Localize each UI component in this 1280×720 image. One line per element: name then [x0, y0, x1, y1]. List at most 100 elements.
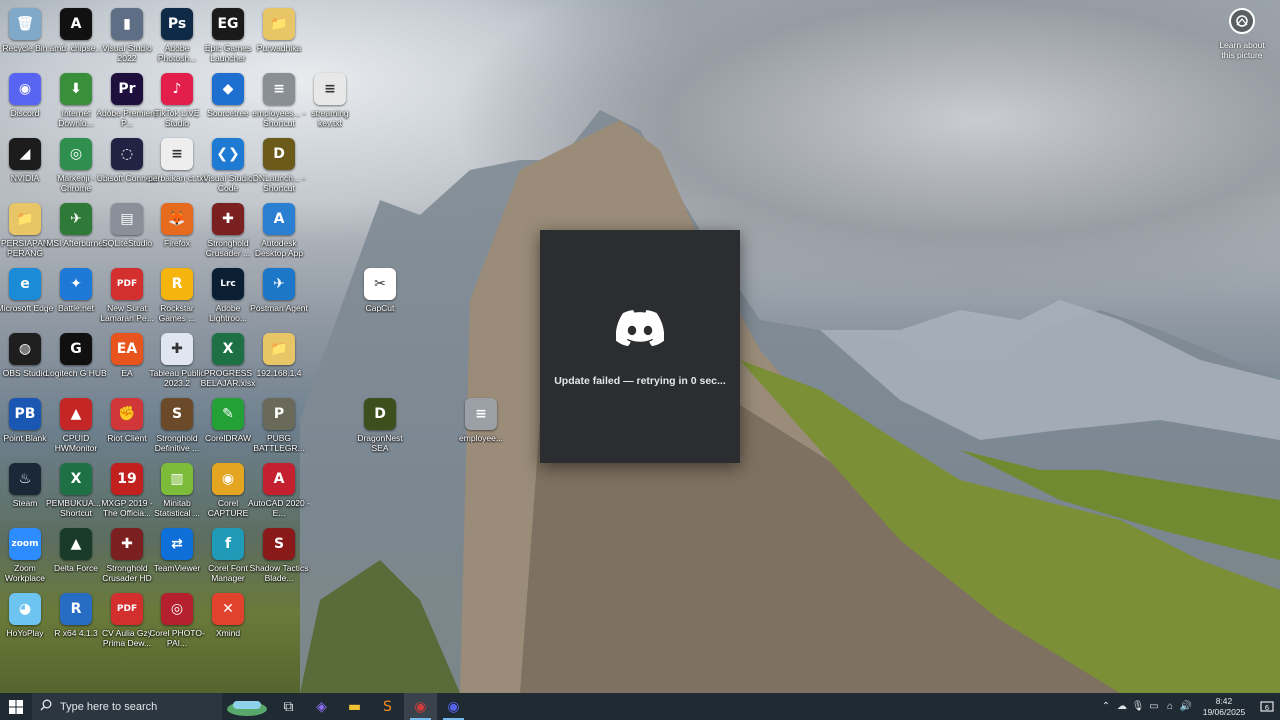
taskbar-app-chrome[interactable]: ◉ — [404, 693, 437, 720]
app-icon: ◉ — [9, 73, 41, 105]
app-icon: ◎ — [60, 138, 92, 170]
app-icon: f — [212, 528, 244, 560]
widgets-button[interactable] — [222, 693, 272, 720]
app-icon: ⬇ — [60, 73, 92, 105]
app-icon: X — [60, 463, 92, 495]
app-icon: ▲ — [60, 528, 92, 560]
app-icon: X — [212, 333, 244, 365]
task-view-icon: ⧉ — [283, 698, 294, 715]
start-button[interactable] — [0, 693, 32, 720]
app-icon: S — [161, 398, 193, 430]
taskbar-app-sublime[interactable]: S — [371, 693, 404, 720]
app-icon: 📁 — [9, 203, 41, 235]
chevron-up-icon[interactable]: ⌃ — [1098, 693, 1114, 720]
notification-center-button[interactable]: 6 — [1254, 693, 1280, 720]
app-icon: D — [364, 398, 396, 430]
desktop-icon[interactable]: P PUBG BATTLEGR... — [249, 398, 309, 462]
desktop-icon[interactable]: ≡ streaming key.txt — [300, 73, 360, 137]
desktop-icon[interactable]: 📁 192.168.1.4 — [249, 333, 309, 397]
learn-about-picture[interactable]: Learn about this picture — [1216, 8, 1268, 60]
chrome-icon: ◉ — [414, 698, 427, 715]
desktop-icon[interactable]: 📁 Purwadhika — [249, 8, 309, 72]
app-icon: ≡ — [161, 138, 193, 170]
desktop-icon[interactable]: D DragonNest SEA — [350, 398, 410, 462]
app-icon: ◎ — [161, 593, 193, 625]
app-icon: 🦊 — [161, 203, 193, 235]
desktop-icon-label: DNLaunch... - Shortcut — [252, 173, 306, 193]
app-icon: Ps — [161, 8, 193, 40]
app-icon: EA — [111, 333, 143, 365]
app-icon: ✕ — [212, 593, 244, 625]
clock[interactable]: 8:42 19/06/2025 — [1194, 696, 1254, 718]
app-icon: PDF — [111, 268, 143, 300]
desktop-icon-label: employee... — [459, 433, 503, 443]
clock-time: 8:42 — [1215, 695, 1233, 706]
weather-landscape-icon — [227, 700, 267, 716]
app-icon: ✎ — [212, 398, 244, 430]
desktop-icon[interactable]: ✂ CapCut — [350, 268, 410, 332]
taskbar-search-box[interactable]: Type here to search — [32, 693, 222, 720]
windows-icon — [9, 699, 23, 714]
app-icon: ♨ — [9, 463, 41, 495]
search-placeholder: Type here to search — [60, 700, 158, 713]
desktop-icon[interactable]: S Shadow Tactics Blade... — [249, 528, 309, 592]
app-icon: Pr — [111, 73, 143, 105]
app-icon: ◌ — [111, 138, 143, 170]
desktop-icon[interactable]: ✕ Xmind — [198, 593, 258, 657]
app-icon: A — [263, 463, 295, 495]
desktop-icon[interactable]: A AutoCAD 2020 - E... — [248, 463, 310, 527]
app-icon: ✈ — [263, 268, 295, 300]
app-icon: ✚ — [212, 203, 244, 235]
svg-text:6: 6 — [1265, 704, 1270, 712]
app-icon: A — [60, 8, 92, 40]
file-explorer-icon: ▬ — [347, 698, 362, 715]
desktop-icon[interactable]: ✈ Postman Agent — [249, 268, 309, 332]
microphone-icon[interactable]: 🎙 — [1130, 693, 1146, 720]
app-icon: ✦ — [60, 268, 92, 300]
app-icon: ▲ — [60, 398, 92, 430]
discord-logo-icon — [615, 310, 665, 351]
app-icon: 19 — [111, 463, 143, 495]
desktop-icon-label: streaming key.txt — [311, 108, 349, 128]
app-icon: ⇄ — [161, 528, 193, 560]
battery-icon[interactable]: ▭ — [1146, 693, 1162, 720]
app-icon: ≡ — [314, 73, 346, 105]
app-icon: ✈ — [60, 203, 92, 235]
desktop-icon[interactable]: ≡ employee... — [451, 398, 511, 462]
app-icon: zoom — [9, 528, 41, 560]
app-icon: ◕ — [9, 593, 41, 625]
app-icon: ◆ — [212, 73, 244, 105]
app-icon: Lrc — [212, 268, 244, 300]
copilot-icon: ◈ — [316, 698, 327, 715]
taskbar-app-copilot[interactable]: ◈ — [305, 693, 338, 720]
app-icon: R — [161, 268, 193, 300]
app-icon: e — [9, 268, 41, 300]
notification-icon: 6 — [1260, 700, 1274, 712]
app-icon: ◉ — [212, 463, 244, 495]
app-icon: ✚ — [111, 528, 143, 560]
taskbar: Type here to search ⧉ ◈ ▬ S ◉ ◉ ⌃ ☁ 🎙 ▭ ⌂ 🔊 8… — [0, 693, 1280, 720]
volume-icon[interactable]: 🔊 — [1178, 693, 1194, 720]
app-icon: ≡ — [465, 398, 497, 430]
onedrive-icon[interactable]: ☁ — [1114, 693, 1130, 720]
desktop-icon[interactable]: D DNLaunch... - Shortcut — [249, 138, 309, 202]
sublime-icon: S — [383, 698, 392, 715]
desktop-icon[interactable]: A Autodesk Desktop App — [249, 203, 309, 267]
desktop-icon-label: CapCut — [365, 303, 395, 313]
app-icon: P — [263, 398, 295, 430]
clock-date: 19/06/2025 — [1202, 706, 1246, 717]
app-icon: 📁 — [263, 8, 295, 40]
app-icon: ▤ — [111, 203, 143, 235]
app-icon: ▥ — [161, 463, 193, 495]
desktop-icon-label: DragonNest SEA — [357, 433, 403, 453]
taskbar-app-file-explorer[interactable]: ▬ — [338, 693, 371, 720]
network-icon[interactable]: ⌂ — [1162, 693, 1178, 720]
app-icon: 📁 — [263, 333, 295, 365]
taskbar-app-discord[interactable]: ◉ — [437, 693, 470, 720]
taskbar-app-task-view[interactable]: ⧉ — [272, 693, 305, 720]
app-icon: ▮ — [111, 8, 143, 40]
search-icon — [40, 699, 52, 714]
desktop-icon-label: Autodesk Desktop App — [254, 238, 304, 258]
app-icon: PB — [9, 398, 41, 430]
app-icon: ◢ — [9, 138, 41, 170]
